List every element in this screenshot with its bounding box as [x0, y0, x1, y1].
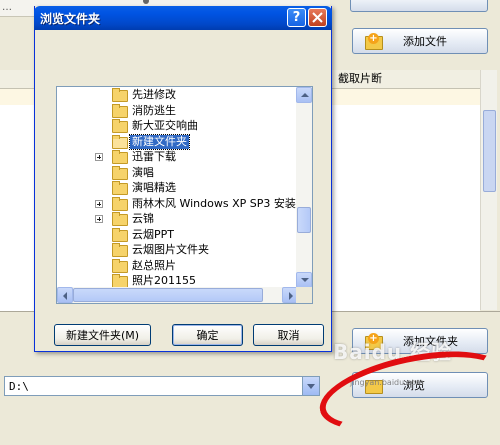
expand-plus-icon[interactable]: [95, 215, 103, 223]
folder-tree-items: 先进修改消防逃生 新大亚交响曲 新建文件夹 迅雷下载演唱 演唱精选雨林木风 Window…: [57, 87, 298, 288]
tree-item-label[interactable]: 云烟图片文件夹: [130, 243, 211, 257]
tree-item[interactable]: 新大亚交响曲: [57, 118, 298, 134]
folder-tree[interactable]: 先进修改消防逃生 新大亚交响曲 新建文件夹 迅雷下载演唱 演唱精选雨林木风 Window…: [56, 86, 313, 304]
folder-icon: [112, 181, 128, 195]
tree-item-label[interactable]: 演唱: [130, 166, 156, 180]
top-partial-button[interactable]: [350, 0, 488, 12]
folder-open-icon: [112, 134, 128, 149]
scroll-down-icon[interactable]: [296, 272, 312, 288]
scrollbar-corner: [296, 287, 312, 303]
tree-item[interactable]: 云烟PPT: [57, 227, 298, 243]
tree-horizontal-scrollbar[interactable]: [57, 287, 298, 303]
add-file-label: 添加文件: [403, 35, 447, 48]
add-file-icon: [365, 33, 383, 50]
tree-item[interactable]: 迅雷下载: [57, 149, 298, 165]
tree-item-label[interactable]: 照片201155: [130, 274, 198, 288]
tree-vertical-scrollbar[interactable]: [296, 87, 312, 288]
column-header-clip[interactable]: 截取片断: [331, 70, 382, 88]
new-folder-button[interactable]: 新建文件夹(M): [54, 324, 151, 346]
folder-icon: [112, 243, 128, 257]
tree-item-label[interactable]: 雨林木风 Windows XP SP3 安装版: [130, 197, 298, 211]
tree-vscroll-thumb[interactable]: [297, 207, 311, 233]
tree-item-label[interactable]: 消防逃生: [130, 104, 178, 118]
folder-icon: [112, 165, 128, 180]
tree-item[interactable]: 云烟图片文件夹: [57, 242, 298, 258]
scrollbar-thumb[interactable]: [483, 110, 496, 192]
folder-icon: [112, 258, 128, 273]
path-combobox[interactable]: D:\: [4, 376, 320, 396]
folder-icon: [112, 150, 128, 164]
tree-item-label[interactable]: 新大亚交响曲: [130, 119, 200, 133]
add-file-button[interactable]: 添加文件: [352, 28, 488, 54]
folder-icon: [112, 103, 128, 118]
tree-item[interactable]: 云锦: [57, 211, 298, 227]
expand-plus-icon[interactable]: [95, 199, 103, 208]
tree-item-label[interactable]: 先进修改: [130, 88, 178, 102]
dialog-title: 浏览文件夹: [40, 11, 101, 26]
folder-icon: [112, 196, 128, 211]
top-strip-dot: [143, 0, 149, 4]
browse-folder-dialog: 浏览文件夹 ? 先进修改消防逃生 新大亚交响曲 新建文件夹 迅雷下载演唱 演唱精选雨林木…: [34, 6, 332, 352]
tree-item-label[interactable]: 赵总照片: [130, 259, 178, 273]
scroll-up-icon[interactable]: [296, 87, 312, 103]
folder-icon: [112, 88, 128, 102]
tree-item[interactable]: 演唱精选: [57, 180, 298, 196]
help-icon[interactable]: ?: [287, 8, 306, 27]
tree-item-label[interactable]: 云锦: [130, 212, 156, 226]
scroll-left-icon[interactable]: [57, 287, 73, 303]
ok-button[interactable]: 确定: [172, 324, 243, 346]
tree-item[interactable]: 先进修改: [57, 87, 298, 103]
tree-item[interactable]: 新建文件夹: [57, 133, 298, 150]
tree-hscroll-thumb[interactable]: [73, 288, 263, 302]
tree-item-label[interactable]: 新建文件夹: [129, 133, 190, 150]
folder-icon: [112, 119, 128, 133]
tree-item[interactable]: 演唱: [57, 165, 298, 181]
file-list-scrollbar[interactable]: [480, 70, 497, 310]
dialog-titlebar[interactable]: 浏览文件夹 ?: [34, 6, 332, 30]
folder-icon: [112, 227, 128, 242]
tree-item-label[interactable]: 迅雷下载: [130, 150, 178, 164]
top-strip-fragment: …: [2, 2, 12, 13]
tree-item[interactable]: 赵总照片: [57, 258, 298, 274]
tree-item[interactable]: 雨林木风 Windows XP SP3 安装版: [57, 196, 298, 212]
folder-icon: [112, 212, 128, 226]
cancel-button[interactable]: 取消: [253, 324, 324, 346]
tree-item[interactable]: 消防逃生: [57, 103, 298, 119]
expand-plus-icon[interactable]: [95, 153, 103, 161]
chevron-down-icon[interactable]: [302, 377, 319, 395]
tree-item-label[interactable]: 云烟PPT: [130, 228, 176, 242]
close-icon[interactable]: [308, 8, 327, 27]
tree-item[interactable]: 照片201155: [57, 273, 298, 288]
tree-item-label[interactable]: 演唱精选: [130, 181, 178, 195]
path-value[interactable]: D:\: [5, 380, 302, 393]
